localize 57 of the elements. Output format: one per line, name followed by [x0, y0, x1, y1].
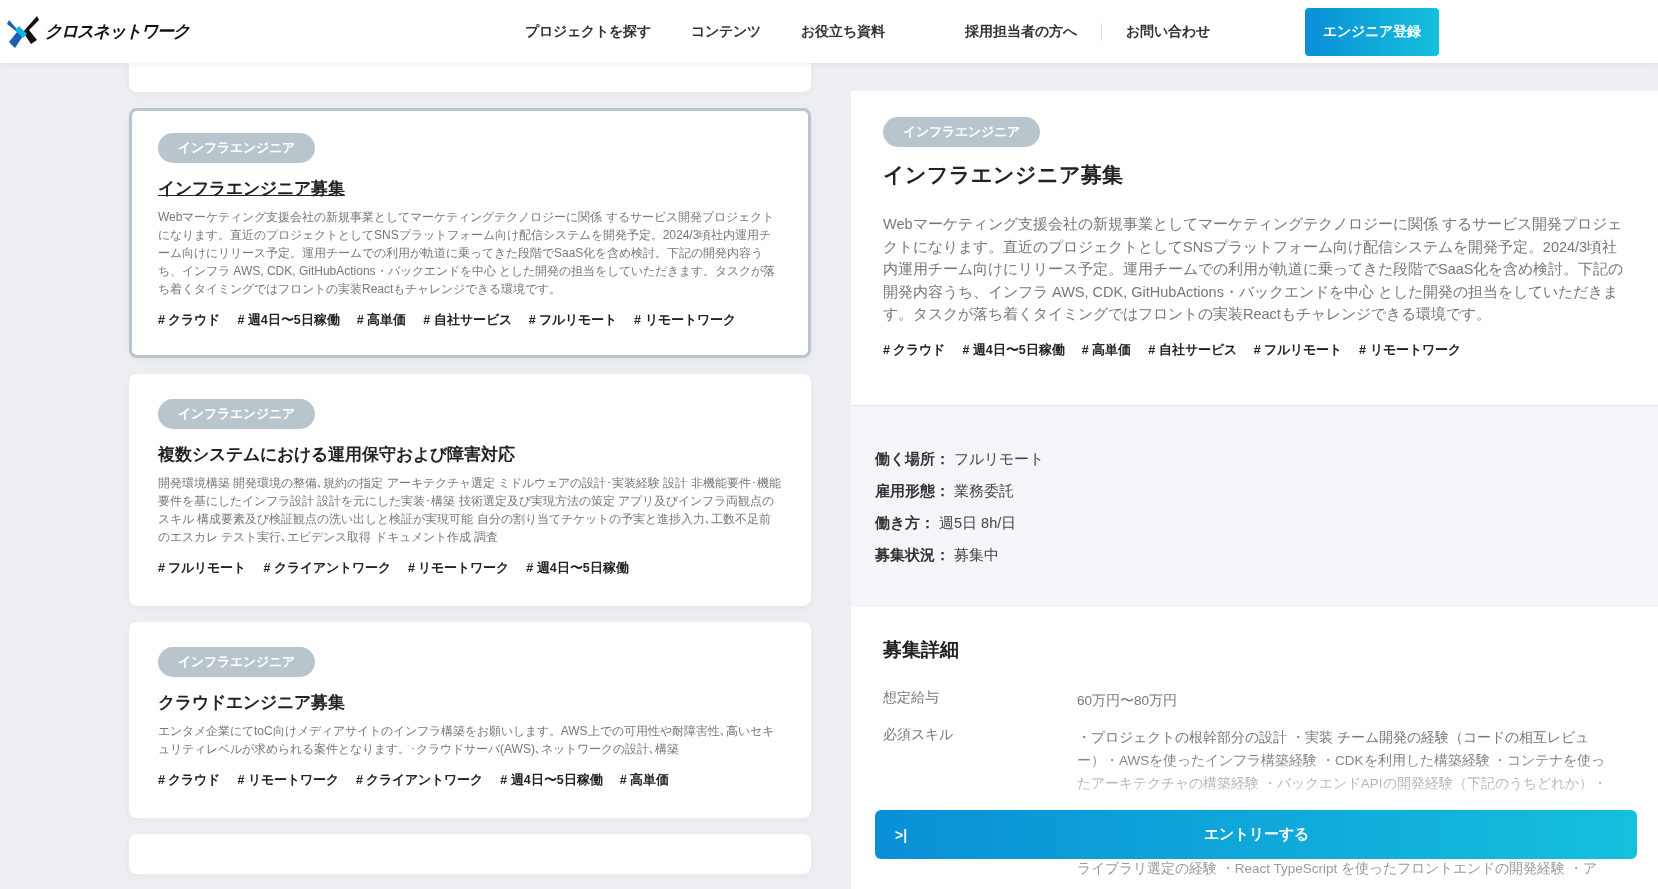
tag-label[interactable]: # 自社サービス [1148, 341, 1237, 359]
job-card[interactable] [129, 108, 811, 358]
job-title[interactable]: 複数システムにおける運用保守および障害対応 [158, 443, 782, 466]
tag-label[interactable]: # リモートワーク [407, 560, 510, 577]
job-title[interactable]: インフラエンジニア募集 [158, 177, 782, 200]
tag-label[interactable]: # 週4日〜5日稼働 [237, 312, 340, 329]
requirement-value: ・プロジェクトの根幹部分の設計 ・実装 チーム開発の経験（コードの相互レビュー）・AWSを使ったインフラ構築経験 ・CDKを利用した構築経験 ・コンテナを使ったアーキテクチャの構築経験 ・バックエンドAPIの開発経験（下記のうちどれか）・ [1077, 728, 1608, 793]
condition-label: 働く場所： [875, 450, 950, 467]
tag-label[interactable]: # リモートワーク [237, 772, 339, 789]
tag-label[interactable]: # 週4日〜5日稼働 [526, 560, 629, 577]
tag-label[interactable]: # 自社サービス [423, 312, 512, 329]
job-card[interactable] [129, 374, 811, 606]
tag-label[interactable]: # クラウド [158, 772, 221, 789]
nav-link[interactable]: お問い合わせ [1126, 22, 1210, 41]
job-description: Webマーケティング支援会社の新規事業としてマーケティングテクノロジーに関係 するサービス開発プロジェクトになります。直近のプロジェクトとしてSNSプラットフォーム向け配信システムを開発予定。2024/3頃社内運用チーム向けにリリース予定。運用チームでの利用が軌道に乗ってきた段階でSaaS化を含め検討。下記の開発内容うち、インフラ AWS, CDK, GitHubActions・バックエンドを中心 とした開発の担当をしていただきます。タスクが落ち着くタイミングではフロントの実装Reactもチャレンジできる環境です。 [158, 209, 776, 298]
job-description: 開発環境構築 開発環境の整備､規約の指定 アーキテクチャ選定 ミドルウェアの設計･実装経験 設計 非機能要件･機能要件を基にしたインフラ設計 設計を元にした実装･構築 技術選定及び実現方法の策定 アプリ及びインフラ両観点のスキル 構成要素及び検証観点の洗い出しと検証が実現可能 自分の割り当てチケットの予実と進捗入力､工数不足前のエスカレ テスト実行､エビデンス取得 ドキュメント作成 調査 [158, 475, 782, 546]
condition-label: 働き方： [875, 514, 935, 531]
condition-value: 週5日 8h/日 [939, 514, 1017, 531]
requirement-label: 必須スキル [883, 725, 954, 744]
job-card[interactable]: インフラエンジニア クラウドエンジニア募集 エンタメ企業にてtoC向けメディアサイトのインフラ構築をお願いします。AWS上での可用性や耐障害性､高いセキュリティレベルが求められる案件となります。･クラウドサーバ(AWS)､ネットワークの設計､構築 # クラウド # リモートワーク # クライアントワーク # 週4日〜5日稼働 # 高単価 [129, 622, 811, 818]
condition-value: 募集中 [954, 546, 999, 563]
tag-label[interactable]: # フルリモート [528, 312, 618, 329]
tag-label[interactable]: # 高単価 [619, 772, 670, 789]
requirement-label: 想定給与 [883, 688, 940, 707]
category-badge: インフラエンジニア [158, 133, 315, 163]
condition-value: フルリモート [954, 450, 1044, 467]
job-title[interactable]: クラウドエンジニア募集 [158, 691, 782, 714]
tag-label[interactable]: # 高単価 [1081, 341, 1132, 359]
tag-label[interactable]: # フルリモート [158, 560, 247, 577]
condition-label: 募集状況： [875, 546, 950, 563]
logo-text[interactable]: クロスネットワーク [45, 20, 189, 43]
tag-label[interactable]: # クラウド [883, 341, 946, 359]
category-badge: インフラエンジニア [158, 647, 315, 677]
nav-link[interactable]: コンテンツ [691, 22, 761, 41]
tag-label[interactable]: # 週4日〜5日稼働 [962, 341, 1065, 359]
job-title: インフラエンジニア募集 [883, 162, 1124, 188]
requirement-value: ライブラリ選定の経験 ・React TypeScript を使ったフロントエンドの開発経験 ・ア [1077, 859, 1598, 878]
tag-label[interactable]: # クライアントワーク [263, 560, 391, 577]
category-badge: インフラエンジニア [883, 117, 1040, 147]
nav-link[interactable]: お役立ち資料 [801, 22, 885, 41]
tag-label[interactable]: # リモートワーク [634, 312, 736, 329]
tag-label[interactable]: # 週4日〜5日稼働 [500, 772, 603, 789]
job-description: エンタメ企業にてtoC向けメディアサイトのインフラ構築をお願いします。AWS上での可用性や耐障害性､高いセキュリティレベルが求められる案件となります。･クラウドサーバ(AWS)､ネットワークの設計､構築 [158, 723, 775, 758]
nav-link[interactable]: 採用担当者の方へ [965, 22, 1077, 41]
condition-value: 業務委託 [954, 482, 1014, 499]
category-badge: インフラエンジニア [158, 399, 315, 429]
tag-label[interactable]: # 高単価 [356, 312, 407, 329]
section-title: 募集詳細 [883, 637, 960, 662]
job-description: Webマーケティング支援会社の新規事業としてマーケティングテクノロジーに関係 するサービス開発プロジェクトになります。直近のプロジェクトとしてSNSプラットフォーム向け配信システムを開発予定。2024/3頃社内運用チーム向けにリリース予定。運用チームでの利用が軌道に乗ってきた段階でSaaS化を含め検討。下記の開発内容うち、インフラ AWS, CDK, GitHubActions・バックエンドを中心 とした開発の担当をしていただきます。タスクが落ち着くタイミングではフロントの実装Reactもチャレンジできる環境です。 [883, 215, 1625, 324]
tag-label[interactable]: # リモートワーク [1359, 341, 1461, 359]
condition-label: 雇用形態： [875, 482, 950, 499]
tag-label[interactable]: # クラウド [158, 312, 221, 329]
tag-label[interactable]: # フルリモート [1253, 341, 1343, 359]
nav-link[interactable]: プロジェクトを探す [525, 22, 651, 41]
requirement-value: 60万円〜80万円 [1077, 691, 1179, 710]
tag-label[interactable]: # クライアントワーク [355, 772, 484, 789]
skip-icon: >| [895, 826, 908, 843]
